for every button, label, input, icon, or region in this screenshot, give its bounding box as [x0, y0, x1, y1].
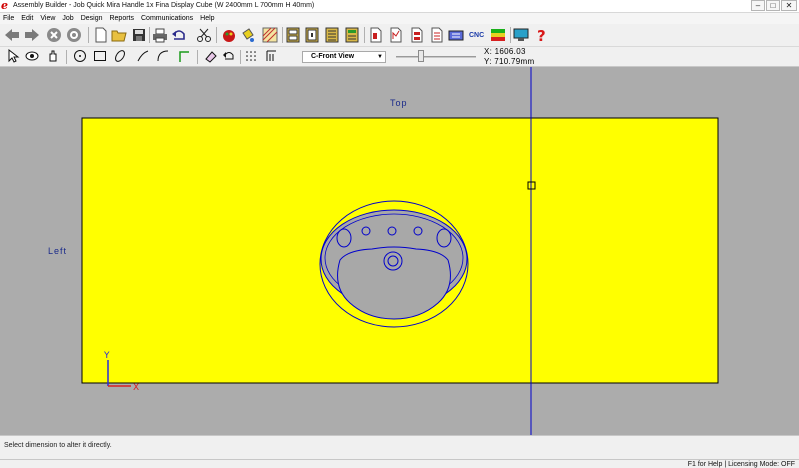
circle-icon[interactable]	[73, 49, 87, 63]
paint-bucket-icon[interactable]	[240, 27, 256, 43]
machine-label[interactable]: CNC	[469, 32, 484, 39]
menu-reports[interactable]: Reports	[109, 15, 134, 22]
print-icon[interactable]	[152, 27, 168, 43]
view-select[interactable]: C-Front View ▼	[302, 51, 386, 63]
window-controls: – □ ✕	[750, 0, 797, 12]
menu-view[interactable]: View	[40, 15, 55, 22]
help-question-icon[interactable]: ?	[533, 27, 549, 43]
ellipse-icon[interactable]	[113, 49, 127, 63]
document-icon[interactable]	[368, 27, 384, 43]
grid-pattern-icon[interactable]	[262, 27, 278, 43]
title-bar: e Assembly Builder - Job Quick Mira Hand…	[0, 0, 799, 13]
eraser-icon[interactable]	[204, 49, 218, 63]
back-arrow-icon[interactable]	[4, 27, 20, 43]
toolbar-separator	[282, 27, 283, 43]
chevron-down-icon: ▼	[377, 54, 383, 60]
undo-draw-icon[interactable]	[222, 49, 236, 63]
minimize-button[interactable]: –	[751, 0, 765, 11]
toolbar-separator	[216, 27, 217, 43]
new-file-icon[interactable]	[93, 27, 109, 43]
menu-communications[interactable]: Communications	[141, 15, 193, 22]
toolbar-separator	[66, 50, 67, 64]
svg-text:?: ?	[537, 27, 546, 43]
monitor-icon[interactable]	[513, 27, 529, 43]
axis-x-label: X	[133, 383, 139, 393]
menu-help[interactable]: Help	[200, 15, 214, 22]
toolbar-separator	[197, 50, 198, 64]
toolbar-separator	[364, 27, 365, 43]
coordinate-y: Y: 710.79mm	[484, 57, 535, 66]
dimension-icon[interactable]	[264, 49, 278, 63]
document-list-icon[interactable]	[429, 27, 445, 43]
refresh-icon[interactable]	[66, 27, 82, 43]
line-icon[interactable]	[136, 49, 150, 63]
drawing-svg[interactable]: Y X	[0, 67, 799, 435]
menu-bar: File Edit View Job Design Reports Commun…	[0, 13, 799, 24]
menu-edit[interactable]: Edit	[21, 15, 33, 22]
window-title: Assembly Builder - Job Quick Mira Handle…	[13, 2, 315, 9]
close-button[interactable]: ✕	[781, 0, 797, 11]
cabinet-lines-icon[interactable]	[324, 27, 340, 43]
pointer-icon[interactable]	[6, 49, 20, 63]
stop-icon[interactable]	[46, 27, 62, 43]
toolbar-separator	[510, 27, 511, 43]
menu-design[interactable]: Design	[81, 15, 103, 22]
drawing-canvas[interactable]: Top Left Y X	[0, 67, 799, 435]
maximize-button[interactable]: □	[766, 0, 780, 11]
bottom-status-bar: F1 for Help | Licensing Mode: OFF	[0, 459, 799, 468]
save-icon[interactable]	[131, 27, 147, 43]
axis-y-label: Y	[103, 351, 110, 361]
report-icon[interactable]	[344, 27, 360, 43]
coordinate-x: X: 1606.03	[484, 47, 526, 56]
document-alt-icon[interactable]	[409, 27, 425, 43]
status-bar: Select dimension to alter it directly.	[0, 435, 799, 459]
scissors-icon[interactable]	[196, 27, 212, 43]
menu-job[interactable]: Job	[62, 15, 73, 22]
toolbar-separator	[88, 27, 89, 43]
toolbar-separator	[149, 27, 150, 43]
corner-icon[interactable]	[177, 49, 191, 63]
toolbar-separator	[240, 50, 241, 64]
report-alt-icon[interactable]	[388, 27, 404, 43]
zoom-slider-track[interactable]	[396, 56, 476, 58]
view-select-value: C-Front View	[311, 53, 355, 60]
eye-icon[interactable]	[25, 49, 39, 63]
cabinet-alt-icon[interactable]	[304, 27, 320, 43]
main-toolbar: CNC ?	[0, 24, 799, 47]
rectangle-icon[interactable]	[93, 49, 107, 63]
cabinet-icon[interactable]	[285, 27, 301, 43]
forward-arrow-icon[interactable]	[24, 27, 40, 43]
open-folder-icon[interactable]	[111, 27, 127, 43]
palette-icon[interactable]	[221, 27, 237, 43]
status-message: Select dimension to alter it directly.	[4, 442, 112, 449]
machine-icon[interactable]	[448, 27, 464, 43]
menu-file[interactable]: File	[3, 15, 14, 22]
app-logo-icon: e	[1, 0, 8, 12]
pan-icon[interactable]	[46, 49, 60, 63]
color-bars-icon[interactable]	[490, 27, 506, 43]
undo-icon[interactable]	[171, 27, 187, 43]
arc-icon[interactable]	[156, 49, 170, 63]
dotted-grid-icon[interactable]	[244, 49, 258, 63]
status-right-text: F1 for Help | Licensing Mode: OFF	[687, 461, 795, 468]
zoom-slider-thumb[interactable]	[418, 50, 424, 62]
